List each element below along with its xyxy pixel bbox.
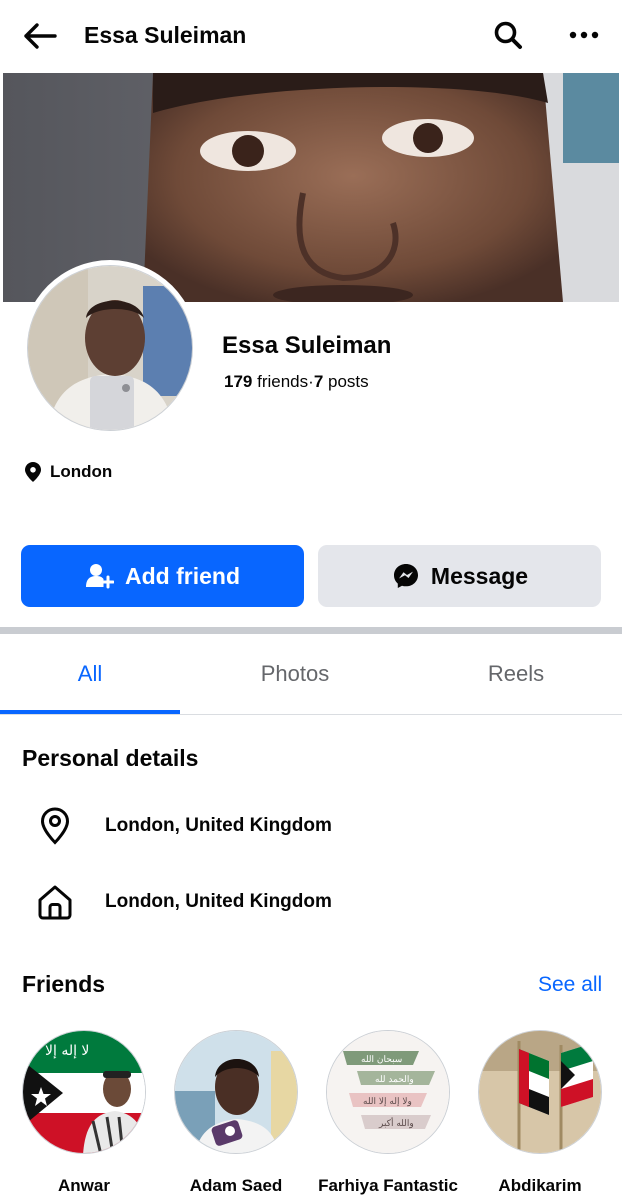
message-button[interactable]: Message (318, 545, 601, 607)
friend-card-farhiya-fantastic[interactable]: سبحان الله والحمد لله ولا إله إلا الله و… (318, 1030, 466, 1200)
location-pin-icon (24, 461, 42, 483)
profile-picture[interactable] (22, 260, 198, 436)
page-title: Essa Suleiman (84, 22, 247, 48)
current-city-text: London, United Kingdom (105, 815, 332, 836)
profile-stats: 179 friends·7 posts (224, 370, 369, 394)
avatar (27, 265, 193, 431)
add-person-icon (85, 561, 115, 591)
section-divider (0, 627, 622, 634)
message-label: Message (430, 562, 529, 589)
friend-name: Farhiya Fantastic (318, 1176, 458, 1195)
posts-label: posts (328, 372, 369, 391)
intro-location: London (24, 460, 112, 484)
location-pin-icon (36, 806, 74, 846)
friend-card-adam-saed[interactable]: Adam Saed (174, 1030, 314, 1200)
svg-text:سبحان الله: سبحان الله (361, 1055, 402, 1065)
tab-reels[interactable]: Reels (426, 634, 606, 714)
tab-all[interactable]: All (0, 634, 180, 714)
friend-card-anwar[interactable]: لا إله إلا Anwar (22, 1030, 162, 1200)
tab-photos[interactable]: Photos (205, 634, 385, 714)
friend-avatar (478, 1030, 602, 1154)
friend-name: Adam Saed (189, 1176, 283, 1195)
more-options-icon[interactable] (562, 15, 606, 55)
personal-details-title: Personal details (22, 745, 199, 771)
friend-avatar: لا إله إلا (22, 1030, 146, 1154)
friend-name: Abdikarim (498, 1176, 582, 1195)
search-icon[interactable] (488, 15, 528, 55)
location-text: London (50, 462, 113, 481)
friends-count: 179 (224, 372, 253, 391)
svg-text:والحمد لله: والحمد لله (375, 1075, 414, 1085)
friend-card-abdikarim[interactable]: Abdikarim (478, 1030, 618, 1200)
profile-name: Essa Suleiman (222, 332, 392, 359)
active-tab-indicator (0, 710, 180, 714)
add-friend-button[interactable]: Add friend (21, 545, 304, 607)
see-all-friends-link[interactable]: See all (538, 970, 602, 1000)
hometown-text: London, United Kingdom (105, 891, 332, 912)
profile-tabs: All Photos Reels (0, 634, 622, 715)
top-bar: Essa Suleiman (0, 0, 622, 72)
friend-name: Anwar (58, 1176, 110, 1195)
messenger-icon (391, 561, 421, 591)
add-friend-label: Add friend (125, 562, 240, 589)
friend-avatar (174, 1030, 298, 1154)
friends-label: friends (257, 372, 309, 391)
detail-row-hometown: London, United Kingdom (36, 880, 596, 924)
home-icon (36, 882, 74, 922)
svg-text:ولا إله إلا الله: ولا إله إلا الله (363, 1097, 412, 1107)
friends-title: Friends (22, 971, 106, 997)
back-arrow-icon[interactable] (20, 16, 60, 56)
posts-count: 7 (313, 372, 324, 391)
detail-row-current-city: London, United Kingdom (36, 804, 596, 848)
svg-text:لا إله إلا: لا إله إلا (45, 1043, 89, 1059)
friend-avatar: سبحان الله والحمد لله ولا إله إلا الله و… (326, 1030, 450, 1154)
